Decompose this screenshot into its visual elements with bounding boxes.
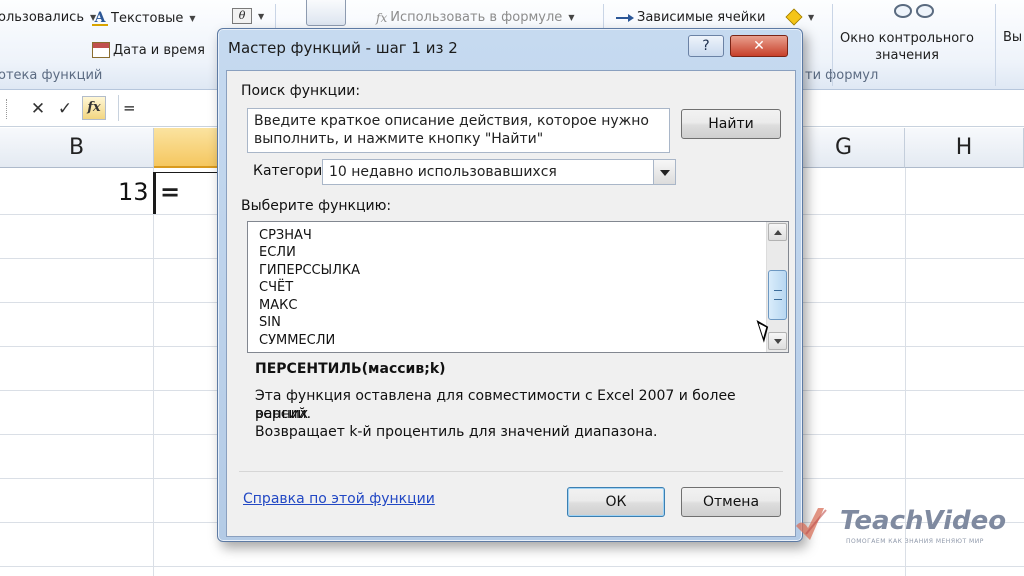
resize-handle[interactable] bbox=[6, 99, 14, 119]
help-button[interactable]: ? bbox=[688, 35, 724, 57]
gridline bbox=[0, 566, 1024, 567]
cancel-button[interactable]: Отмена bbox=[681, 487, 781, 517]
recently-used-button[interactable]: ользовались ▼ bbox=[0, 10, 96, 25]
column-header-b[interactable]: B bbox=[0, 128, 154, 168]
theta-icon: θ bbox=[232, 8, 252, 24]
find-button[interactable]: Найти bbox=[681, 109, 781, 139]
dialog-title: Мастер функций - шаг 1 из 2 bbox=[228, 39, 458, 57]
dialog-body: Поиск функции: Введите краткое описание … bbox=[226, 70, 796, 537]
fx-small-icon: fx bbox=[376, 10, 388, 25]
formula-auditing-group-label: ти формул bbox=[805, 68, 879, 83]
trace-dependents-label: Зависимые ячейки bbox=[637, 10, 766, 25]
list-item[interactable]: СЧЁТ bbox=[259, 280, 293, 295]
use-in-formula-button[interactable]: fx Использовать в формуле ▼ bbox=[376, 10, 574, 25]
function-description-3: Возвращает k-й процентиль для значений д… bbox=[255, 424, 658, 440]
function-list[interactable]: СРЗНАЧ ЕСЛИ ГИПЕРССЫЛКА СЧЁТ МАКС SIN СУ… bbox=[247, 221, 789, 353]
recently-used-label: ользовались bbox=[0, 10, 84, 25]
ribbon-separator bbox=[995, 4, 996, 86]
date-time-button[interactable]: Дата и время bbox=[92, 42, 205, 58]
calculation-label: Вы bbox=[1003, 30, 1023, 45]
chevron-down-icon: ▼ bbox=[568, 13, 575, 22]
gridline bbox=[153, 168, 154, 576]
column-header-c[interactable] bbox=[154, 128, 224, 168]
function-wizard-dialog: Мастер функций - шаг 1 из 2 ? ✕ Поиск фу… bbox=[217, 28, 803, 542]
search-text-line-1: Введите краткое описание действия, котор… bbox=[254, 113, 649, 129]
cancel-icon[interactable]: ✕ bbox=[27, 98, 49, 120]
error-checking-button[interactable]: ▼ bbox=[785, 8, 815, 26]
teachvideo-logo-icon bbox=[796, 508, 827, 540]
chevron-down-icon: ▼ bbox=[189, 13, 196, 23]
chevron-down-icon[interactable] bbox=[653, 160, 675, 184]
ok-button[interactable]: ОК bbox=[567, 487, 665, 517]
watermark-brand: TeachVideo bbox=[840, 506, 1007, 536]
watermark-tagline: ПОМОГАЕМ КАК ЗНАНИЯ МЕНЯЮТ МИР bbox=[846, 538, 984, 545]
list-item[interactable]: СУММЕСЛИ bbox=[259, 333, 335, 348]
close-button[interactable]: ✕ bbox=[730, 35, 788, 57]
calculation-button[interactable]: Вы bbox=[1003, 30, 1022, 45]
list-item[interactable]: SIN bbox=[259, 315, 281, 330]
list-item[interactable]: ГИПЕРССЫЛКА bbox=[259, 263, 360, 278]
function-description-2: версий. bbox=[255, 406, 312, 422]
search-function-input[interactable]: Введите краткое описание действия, котор… bbox=[247, 108, 670, 153]
ribbon-separator bbox=[832, 4, 833, 86]
warning-icon bbox=[785, 8, 803, 26]
insert-function-button[interactable]: fx bbox=[82, 96, 106, 120]
list-item[interactable]: МАКС bbox=[259, 298, 297, 313]
date-time-label: Дата и время bbox=[113, 42, 205, 58]
chevron-down-icon: ▼ bbox=[258, 11, 265, 21]
watch-window-label-2: значения bbox=[875, 48, 939, 63]
search-text-line-2: выполнить, и нажмите кнопку "Найти" bbox=[254, 131, 544, 147]
trace-dependents-icon bbox=[614, 11, 634, 25]
scroll-up-icon[interactable] bbox=[768, 223, 787, 241]
column-header-h[interactable]: H bbox=[905, 128, 1024, 168]
select-function-label: Выберите функцию: bbox=[241, 198, 392, 214]
calendar-icon bbox=[92, 42, 110, 58]
active-cell-text: = bbox=[160, 178, 181, 206]
use-in-formula-label: Использовать в формуле bbox=[390, 10, 563, 25]
enter-icon[interactable]: ✓ bbox=[54, 98, 76, 120]
text-a-icon: A bbox=[92, 10, 108, 26]
formula-input[interactable]: = bbox=[118, 95, 218, 121]
search-function-label: Поиск функции: bbox=[241, 83, 361, 99]
glasses-icon bbox=[892, 0, 938, 22]
cell-b-value[interactable]: 13 bbox=[118, 178, 149, 206]
list-item[interactable]: СРЗНАЧ bbox=[259, 228, 312, 243]
help-link[interactable]: Справка по этой функции bbox=[243, 491, 435, 507]
teachvideo-watermark: TeachVideo ПОМОГАЕМ КАК ЗНАНИЯ МЕНЯЮТ МИ… bbox=[790, 500, 1006, 550]
trace-dependents-button[interactable]: Зависимые ячейки bbox=[614, 10, 765, 25]
chevron-down-icon: ▼ bbox=[808, 12, 815, 22]
more-functions-button[interactable]: θ ▼ bbox=[232, 8, 264, 24]
list-item[interactable]: ЕСЛИ bbox=[259, 245, 296, 260]
text-functions-label: Текстовые bbox=[111, 10, 184, 26]
scroll-thumb[interactable] bbox=[768, 270, 787, 320]
watch-window-button[interactable]: Окно контрольного значения bbox=[840, 30, 974, 64]
divider bbox=[239, 471, 783, 472]
function-signature: ПЕРСЕНТИЛЬ(массив;k) bbox=[255, 361, 446, 377]
category-select[interactable]: 10 недавно использовавшихся bbox=[322, 159, 676, 185]
watch-window-label-1: Окно контрольного bbox=[840, 31, 974, 46]
text-functions-button[interactable]: A Текстовые ▼ bbox=[92, 10, 196, 26]
category-value: 10 недавно использовавшихся bbox=[329, 164, 557, 180]
name-manager-icon[interactable] bbox=[306, 0, 346, 26]
function-library-group-label: отека функций bbox=[0, 68, 103, 83]
